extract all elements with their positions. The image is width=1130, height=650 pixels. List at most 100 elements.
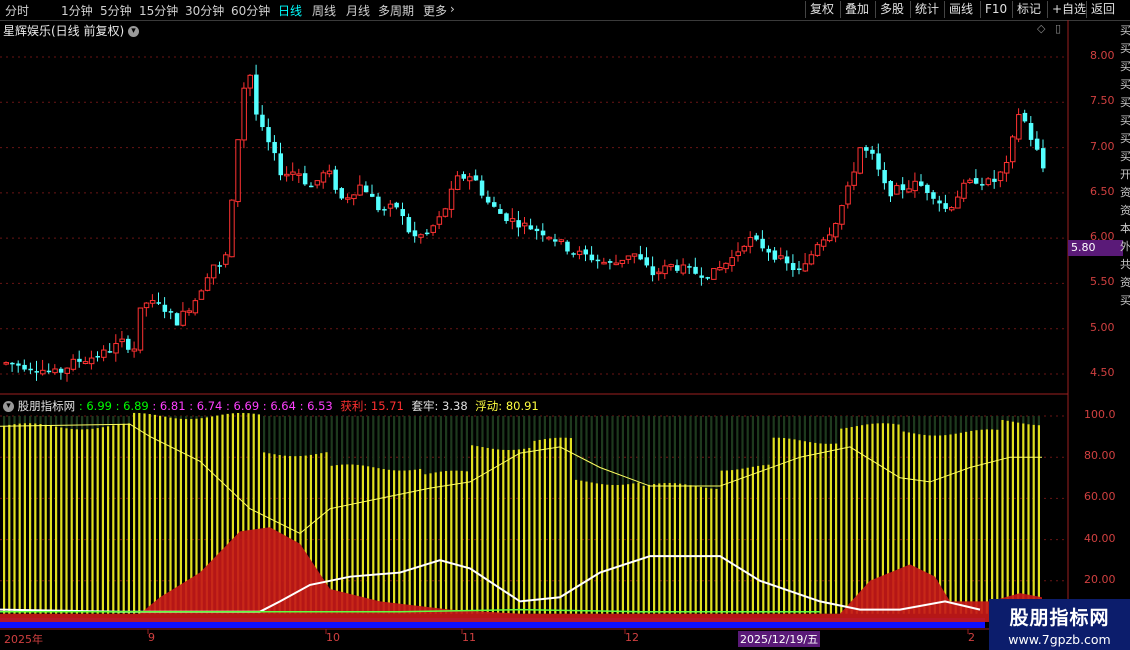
tab-monthly[interactable]: 月线 [346, 2, 370, 19]
candle-down [95, 356, 100, 358]
candle-down [16, 363, 21, 366]
indicator-bg-bar [809, 416, 812, 443]
indicator-bar [148, 414, 151, 614]
indicator-bg-bar [757, 416, 760, 466]
indicator-bg-bar [569, 416, 572, 439]
indicator-bg-bar [637, 416, 640, 483]
candle-up [436, 216, 443, 225]
mark-button[interactable]: 标记 [1012, 1, 1045, 18]
indicator-bar [601, 484, 604, 614]
candle-up [827, 234, 833, 242]
indicator-bar [679, 483, 682, 614]
indicator-bar [377, 468, 380, 614]
indicator-bar [954, 433, 957, 614]
candle-down [485, 196, 491, 203]
candle-down [553, 239, 558, 242]
panel-toggle-icon[interactable]: ▯ [1055, 22, 1061, 35]
candle-up [662, 265, 668, 275]
indicator-bg-bar [647, 416, 650, 485]
price-marker: 5.80 [1068, 240, 1123, 256]
indicator-axis-tick: 40.00 [1084, 531, 1116, 545]
price-axis-tick: 7.00 [1090, 139, 1115, 153]
indicator-bar [471, 445, 474, 614]
indicator-bar [699, 487, 702, 614]
indicator-bg-bar [642, 416, 645, 486]
candle-up [113, 343, 119, 354]
indicator-bar [944, 435, 947, 614]
candle-down [1041, 148, 1046, 169]
indicator-bg-bar [975, 416, 978, 431]
indicator-bar [481, 447, 484, 614]
indicator-bar [741, 468, 744, 614]
multi-stock-button[interactable]: 多股 [875, 1, 908, 18]
kline-chart[interactable] [0, 20, 1130, 650]
indicator-bar [361, 465, 364, 614]
tab-1min[interactable]: 1分钟 [61, 2, 93, 19]
indicator-bg-bar [497, 416, 500, 450]
indicator-bar [523, 448, 526, 614]
indicator-bg-bar [372, 416, 375, 468]
indicator-bg-bar [455, 416, 458, 471]
candle-up [625, 255, 632, 260]
candle-up [70, 358, 77, 370]
indicator-bar [497, 449, 500, 614]
indicator-bg-bar [299, 416, 302, 457]
indicator-bg-bar [543, 416, 546, 440]
f10-button[interactable]: F10 [980, 1, 1011, 18]
indicator-bar [715, 488, 718, 614]
indicator-bar [840, 428, 843, 614]
candle-up [454, 175, 461, 190]
indicator-bg-bar [403, 416, 406, 471]
indicator-value: : 6.64 [259, 399, 296, 413]
time-axis-label: 9 [148, 631, 155, 644]
candle-up [296, 173, 302, 176]
indicator-bg-bar [783, 416, 786, 439]
indicator-legend: ▾ 股朋指标网 : 6.99 : 6.89 : 6.81 : 6.74 : 6.… [3, 398, 539, 414]
indicator-bar [398, 470, 401, 614]
tab-5min[interactable]: 5分钟 [100, 2, 132, 19]
candle-down [46, 370, 52, 373]
indicator-bar [793, 439, 796, 614]
indicator-bg-bar [554, 416, 557, 438]
indicator-bg-bar [413, 416, 416, 470]
indicator-bar [159, 415, 162, 614]
chevron-down-icon[interactable]: ▾ [3, 401, 14, 412]
candle-up [442, 208, 449, 217]
indicator-bar [122, 423, 125, 614]
draw-line-button[interactable]: 画线 [944, 1, 977, 18]
indicator-bar [460, 470, 463, 614]
candle-up [119, 338, 125, 343]
indicator-bg-bar [627, 416, 630, 485]
chevron-down-icon[interactable]: ▾ [128, 26, 140, 37]
tab-weekly[interactable]: 周线 [312, 2, 336, 19]
tab-more[interactable]: 更多 [423, 2, 447, 19]
indicator-bar [647, 484, 650, 614]
tab-timeshare[interactable]: 分时 [5, 2, 29, 19]
indicator-axis-tick: 20.00 [1084, 572, 1116, 586]
indicator-value: : 6.81 [148, 399, 186, 413]
indicator-bar [575, 479, 578, 614]
tab-daily[interactable]: 日线 [278, 2, 302, 19]
indicator-bar [512, 449, 515, 614]
indicator-bg-bar [907, 416, 910, 433]
indicator-bar [673, 483, 676, 614]
tab-60min[interactable]: 60分钟 [231, 2, 270, 19]
indicator-bar [455, 470, 458, 614]
candle-down [302, 173, 308, 185]
indicator-bg-bar [590, 416, 593, 483]
tab-multi-period[interactable]: 多周期 [378, 2, 414, 19]
overlay-button[interactable]: 叠加 [840, 1, 873, 18]
diamond-icon[interactable]: ◇ [1037, 22, 1045, 35]
restore-rights-button[interactable]: 复权 [805, 1, 838, 18]
statistics-button[interactable]: 统计 [910, 1, 943, 18]
candle-down [424, 232, 430, 235]
add-watchlist-button[interactable]: +自选 [1047, 1, 1090, 18]
candle-up [137, 307, 144, 351]
tab-30min[interactable]: 30分钟 [185, 2, 224, 19]
back-button[interactable]: 返回 [1086, 1, 1119, 18]
tab-15min[interactable]: 15分钟 [139, 2, 178, 19]
indicator-bar [642, 485, 645, 614]
indicator-bar [731, 470, 734, 614]
more-chevron-icon[interactable]: › [450, 2, 455, 16]
candle-up [613, 262, 619, 266]
